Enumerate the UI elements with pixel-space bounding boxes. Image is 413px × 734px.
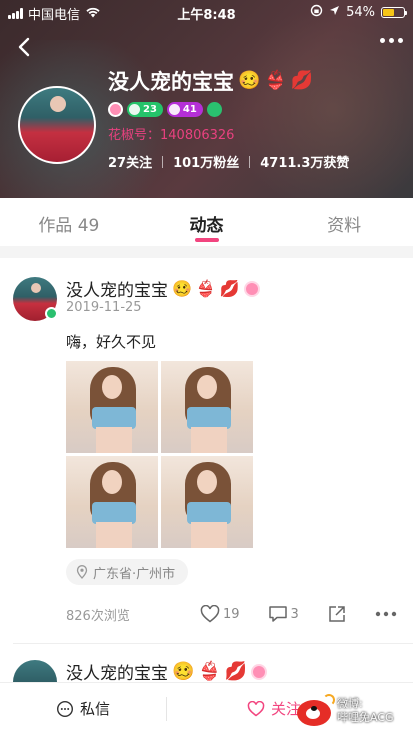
verified-mark-icon <box>45 307 58 320</box>
tab-profile-info[interactable]: 资料 <box>275 198 413 246</box>
lips-emoji: 💋 <box>290 70 314 91</box>
bikini-emoji: 👙 <box>195 278 216 298</box>
tab-works[interactable]: 作品 49 <box>0 198 138 246</box>
bikini-emoji: 👙 <box>264 70 287 91</box>
gender-badge-icon <box>251 663 268 680</box>
like-button[interactable]: 19 <box>200 605 240 623</box>
lips-emoji: 💋 <box>224 660 248 682</box>
battery-percent: 54% <box>346 5 375 20</box>
fans-count[interactable]: 101万粉丝 <box>173 152 239 171</box>
private-message-button[interactable]: 私信 <box>0 683 166 734</box>
post-date: 2019-11-25 <box>66 300 142 315</box>
tab-moments[interactable]: 动态 <box>138 198 276 246</box>
post-location-tag[interactable]: 广东省·广州市 <box>66 559 189 585</box>
share-icon <box>329 606 345 622</box>
watermark-line-1: 微博: <box>337 697 363 710</box>
stats-divider <box>162 155 164 168</box>
post-more-button[interactable] <box>375 611 397 617</box>
chat-bubble-icon <box>56 700 73 717</box>
post-actions: 826次浏览 19 3 <box>66 601 401 627</box>
post-divider <box>13 643 413 644</box>
woozy-face-emoji: 🥴 <box>172 278 192 298</box>
verified-badge-icon <box>206 102 222 117</box>
post-photo[interactable] <box>161 456 253 548</box>
chevron-left-icon <box>18 37 30 57</box>
profile-tabs: 作品 49 动态 资料 <box>0 198 413 246</box>
gender-badge-icon <box>108 102 123 117</box>
heart-plus-icon <box>247 700 265 716</box>
rotation-lock-icon <box>310 4 323 21</box>
lips-emoji: 💋 <box>219 278 240 298</box>
likes-count: 4711.3万获赞 <box>260 156 350 171</box>
post-author-name[interactable]: 没人宠的宝宝 <box>66 659 168 684</box>
post-text: 嗨，好久不见 <box>66 333 157 351</box>
post-photo[interactable] <box>161 361 253 453</box>
post-author-row: 没人宠的宝宝 🥴 👙 💋 <box>66 276 260 301</box>
view-count: 826次浏览 <box>66 608 130 624</box>
gender-badge-icon <box>243 280 260 297</box>
following-count[interactable]: 27关注 <box>108 152 152 171</box>
woozy-face-emoji: 🥴 <box>238 70 261 91</box>
location-label: 广东省·广州市 <box>93 566 176 582</box>
stats-divider <box>249 155 251 168</box>
more-icon <box>375 611 397 617</box>
post-photo[interactable] <box>66 456 158 548</box>
private-message-label: 私信 <box>79 700 110 718</box>
post-photo[interactable] <box>66 361 158 453</box>
post-author-name[interactable]: 没人宠的宝宝 <box>66 276 168 301</box>
huajiao-id: 花椒号：140806326 <box>108 128 235 143</box>
bikini-emoji: 👙 <box>198 660 221 682</box>
heart-icon <box>200 605 220 623</box>
weibo-watermark: 微博: 哔哩免ACG <box>297 694 409 730</box>
location-pin-icon <box>76 565 88 579</box>
section-gap <box>0 246 413 258</box>
comment-button[interactable]: 3 <box>268 605 299 623</box>
profile-name: 没人宠的宝宝 <box>108 70 234 94</box>
woozy-face-emoji: 🥴 <box>172 660 195 682</box>
badge-row: 23 41 <box>108 102 222 117</box>
post-photo-grid <box>66 361 254 548</box>
share-button[interactable] <box>327 604 347 624</box>
profile-stats: 27关注 101万粉丝 4711.3万获赞 <box>108 152 349 171</box>
level-badge-green: 23 <box>127 102 163 117</box>
comment-count: 3 <box>290 606 299 622</box>
profile-avatar[interactable] <box>18 86 96 164</box>
status-bar: 中国电信 上午8:48 54% <box>0 0 413 24</box>
watermark-line-2: 哔哩免ACG <box>337 711 394 724</box>
comment-icon <box>268 606 287 622</box>
profile-name-row: 没人宠的宝宝 🥴 👙 💋 <box>108 66 313 96</box>
post-author-row: 没人宠的宝宝 🥴 👙 💋 <box>66 659 268 684</box>
battery-icon <box>381 7 407 18</box>
level-badge-purple: 41 <box>166 102 203 117</box>
like-count: 19 <box>223 606 240 622</box>
profile-header: 中国电信 上午8:48 54% 没人宠的宝宝 🥴 👙 💋 23 41 花椒号：1… <box>0 0 413 198</box>
more-options-button[interactable] <box>380 38 403 43</box>
location-arrow-icon <box>329 5 340 20</box>
back-button[interactable] <box>14 36 36 58</box>
